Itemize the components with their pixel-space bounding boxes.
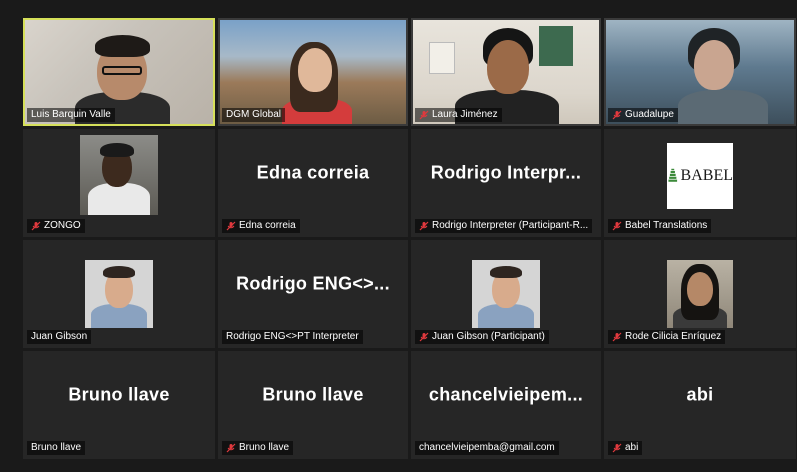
mic-muted-icon <box>612 110 622 120</box>
profile-photo <box>667 260 733 328</box>
participant-name: Bruno llave <box>31 442 82 453</box>
participant-name-label: abi <box>608 441 643 455</box>
participant-name-label: Edna correia <box>222 219 300 233</box>
participant-name-label: Luis Barquin Valle <box>27 108 115 122</box>
participant-tile[interactable]: Rodrigo Interpr... Rodrigo Interpreter (… <box>411 129 601 237</box>
participant-tile[interactable]: chancelvieipem... chancelvieipemba@gmail… <box>411 351 601 459</box>
participant-tile[interactable]: Rode Cilicia Enríquez <box>604 240 796 348</box>
participant-name: Guadalupe <box>625 109 674 120</box>
participant-name: Luis Barquin Valle <box>31 109 111 120</box>
participant-name: DGM Global <box>226 109 282 120</box>
participant-display-name: Bruno llave <box>68 384 170 405</box>
babel-logo: BABEL <box>667 143 733 209</box>
participant-tile[interactable]: Laura Jiménez <box>411 18 601 126</box>
logo-text: BABEL <box>680 167 733 184</box>
participant-tile[interactable]: ZONGO <box>23 129 215 237</box>
participant-tile[interactable]: Edna correia Edna correia <box>218 129 408 237</box>
participant-name: Laura Jiménez <box>432 109 498 120</box>
participant-name: Juan Gibson (Participant) <box>432 331 545 342</box>
participant-display-name: Bruno llave <box>262 384 364 405</box>
participant-name-label: DGM Global <box>222 108 286 122</box>
participant-name: ZONGO <box>44 220 81 231</box>
participant-tile[interactable]: abi abi <box>604 351 796 459</box>
participant-name: Edna correia <box>239 220 296 231</box>
participant-name-label: Rodrigo Interpreter (Participant-R... <box>415 219 593 233</box>
participant-name: Juan Gibson <box>31 331 88 342</box>
participant-name-label: Juan Gibson (Participant) <box>415 330 549 344</box>
participant-display-name: Rodrigo Interpr... <box>430 162 582 183</box>
participant-name: Rodrigo Interpreter (Participant-R... <box>432 220 589 231</box>
profile-photo <box>85 260 153 328</box>
mic-muted-icon <box>226 221 236 231</box>
mic-muted-icon <box>226 443 236 453</box>
participant-display-name: chancelvieipem... <box>428 384 584 405</box>
participant-name-label: Bruno llave <box>222 441 294 455</box>
participant-name: chancelvieipemba@gmail.com <box>419 442 555 453</box>
profile-photo <box>80 135 158 215</box>
participant-tile[interactable]: Juan Gibson <box>23 240 215 348</box>
mic-muted-icon <box>31 221 41 231</box>
participant-tile[interactable]: Luis Barquin Valle <box>23 18 215 126</box>
tower-icon <box>668 168 678 182</box>
participant-tile[interactable]: Guadalupe <box>604 18 796 126</box>
participant-name: Rode Cilicia Enríquez <box>625 331 722 342</box>
participant-tile[interactable]: Bruno llave Bruno llave <box>23 351 215 459</box>
participant-name-label: Laura Jiménez <box>415 108 502 122</box>
participant-tile[interactable]: Juan Gibson (Participant) <box>411 240 601 348</box>
profile-photo <box>472 260 540 328</box>
participant-name: Bruno llave <box>239 442 290 453</box>
participant-name-label: ZONGO <box>27 219 85 233</box>
participant-name: Babel Translations <box>625 220 708 231</box>
mic-muted-icon <box>419 221 429 231</box>
mic-muted-icon <box>419 332 429 342</box>
mic-muted-icon <box>612 221 622 231</box>
participant-tile[interactable]: Bruno llave Bruno llave <box>218 351 408 459</box>
mic-muted-icon <box>612 332 622 342</box>
mic-muted-icon <box>419 110 429 120</box>
participant-display-name: Edna correia <box>256 162 370 183</box>
participant-name-label: Guadalupe <box>608 108 678 122</box>
mic-muted-icon <box>612 443 622 453</box>
participant-name: Rodrigo ENG<>PT Interpreter <box>226 331 359 342</box>
participant-tile[interactable]: BABEL Babel Translations <box>604 129 796 237</box>
participant-display-name: Rodrigo ENG<>... <box>236 273 390 294</box>
participant-name-label: Juan Gibson <box>27 330 92 344</box>
participant-name-label: Rode Cilicia Enríquez <box>608 330 726 344</box>
participant-name-label: Bruno llave <box>27 441 86 455</box>
participant-name-label: Rodrigo ENG<>PT Interpreter <box>222 330 363 344</box>
participant-name: abi <box>625 442 639 453</box>
gallery-grid: Luis Barquin Valle DGM Global Laura Jimé… <box>23 18 796 459</box>
participant-name-label: Babel Translations <box>608 219 712 233</box>
participant-tile[interactable]: DGM Global <box>218 18 408 126</box>
participant-name-label: chancelvieipemba@gmail.com <box>415 441 559 455</box>
participant-tile[interactable]: Rodrigo ENG<>... Rodrigo ENG<>PT Interpr… <box>218 240 408 348</box>
participant-display-name: abi <box>686 384 714 405</box>
